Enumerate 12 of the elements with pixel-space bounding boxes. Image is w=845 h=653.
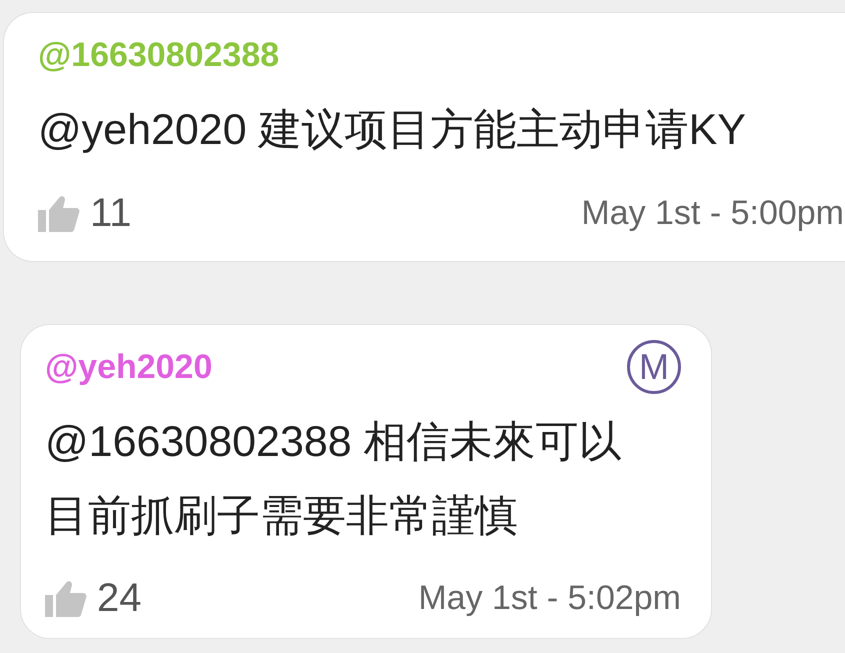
thumbs-up-icon[interactable]	[45, 580, 87, 618]
author-name[interactable]: @16630802388	[38, 38, 280, 72]
like-count: 24	[97, 578, 142, 618]
like-count: 11	[90, 193, 132, 233]
comment-text: @16630802388 相信未來可以	[45, 417, 623, 468]
comment-text: @yeh2020 建议项目方能主动申请KY	[38, 105, 747, 156]
timestamp: May 1st - 5:00pm	[581, 196, 844, 230]
timestamp: May 1st - 5:02pm	[418, 581, 681, 615]
thumbs-up-icon[interactable]	[38, 195, 80, 233]
moderator-badge: M	[627, 340, 681, 394]
comment-text: 目前抓刷子需要非常謹慎	[45, 491, 519, 542]
author-name[interactable]: @yeh2020	[45, 350, 212, 384]
